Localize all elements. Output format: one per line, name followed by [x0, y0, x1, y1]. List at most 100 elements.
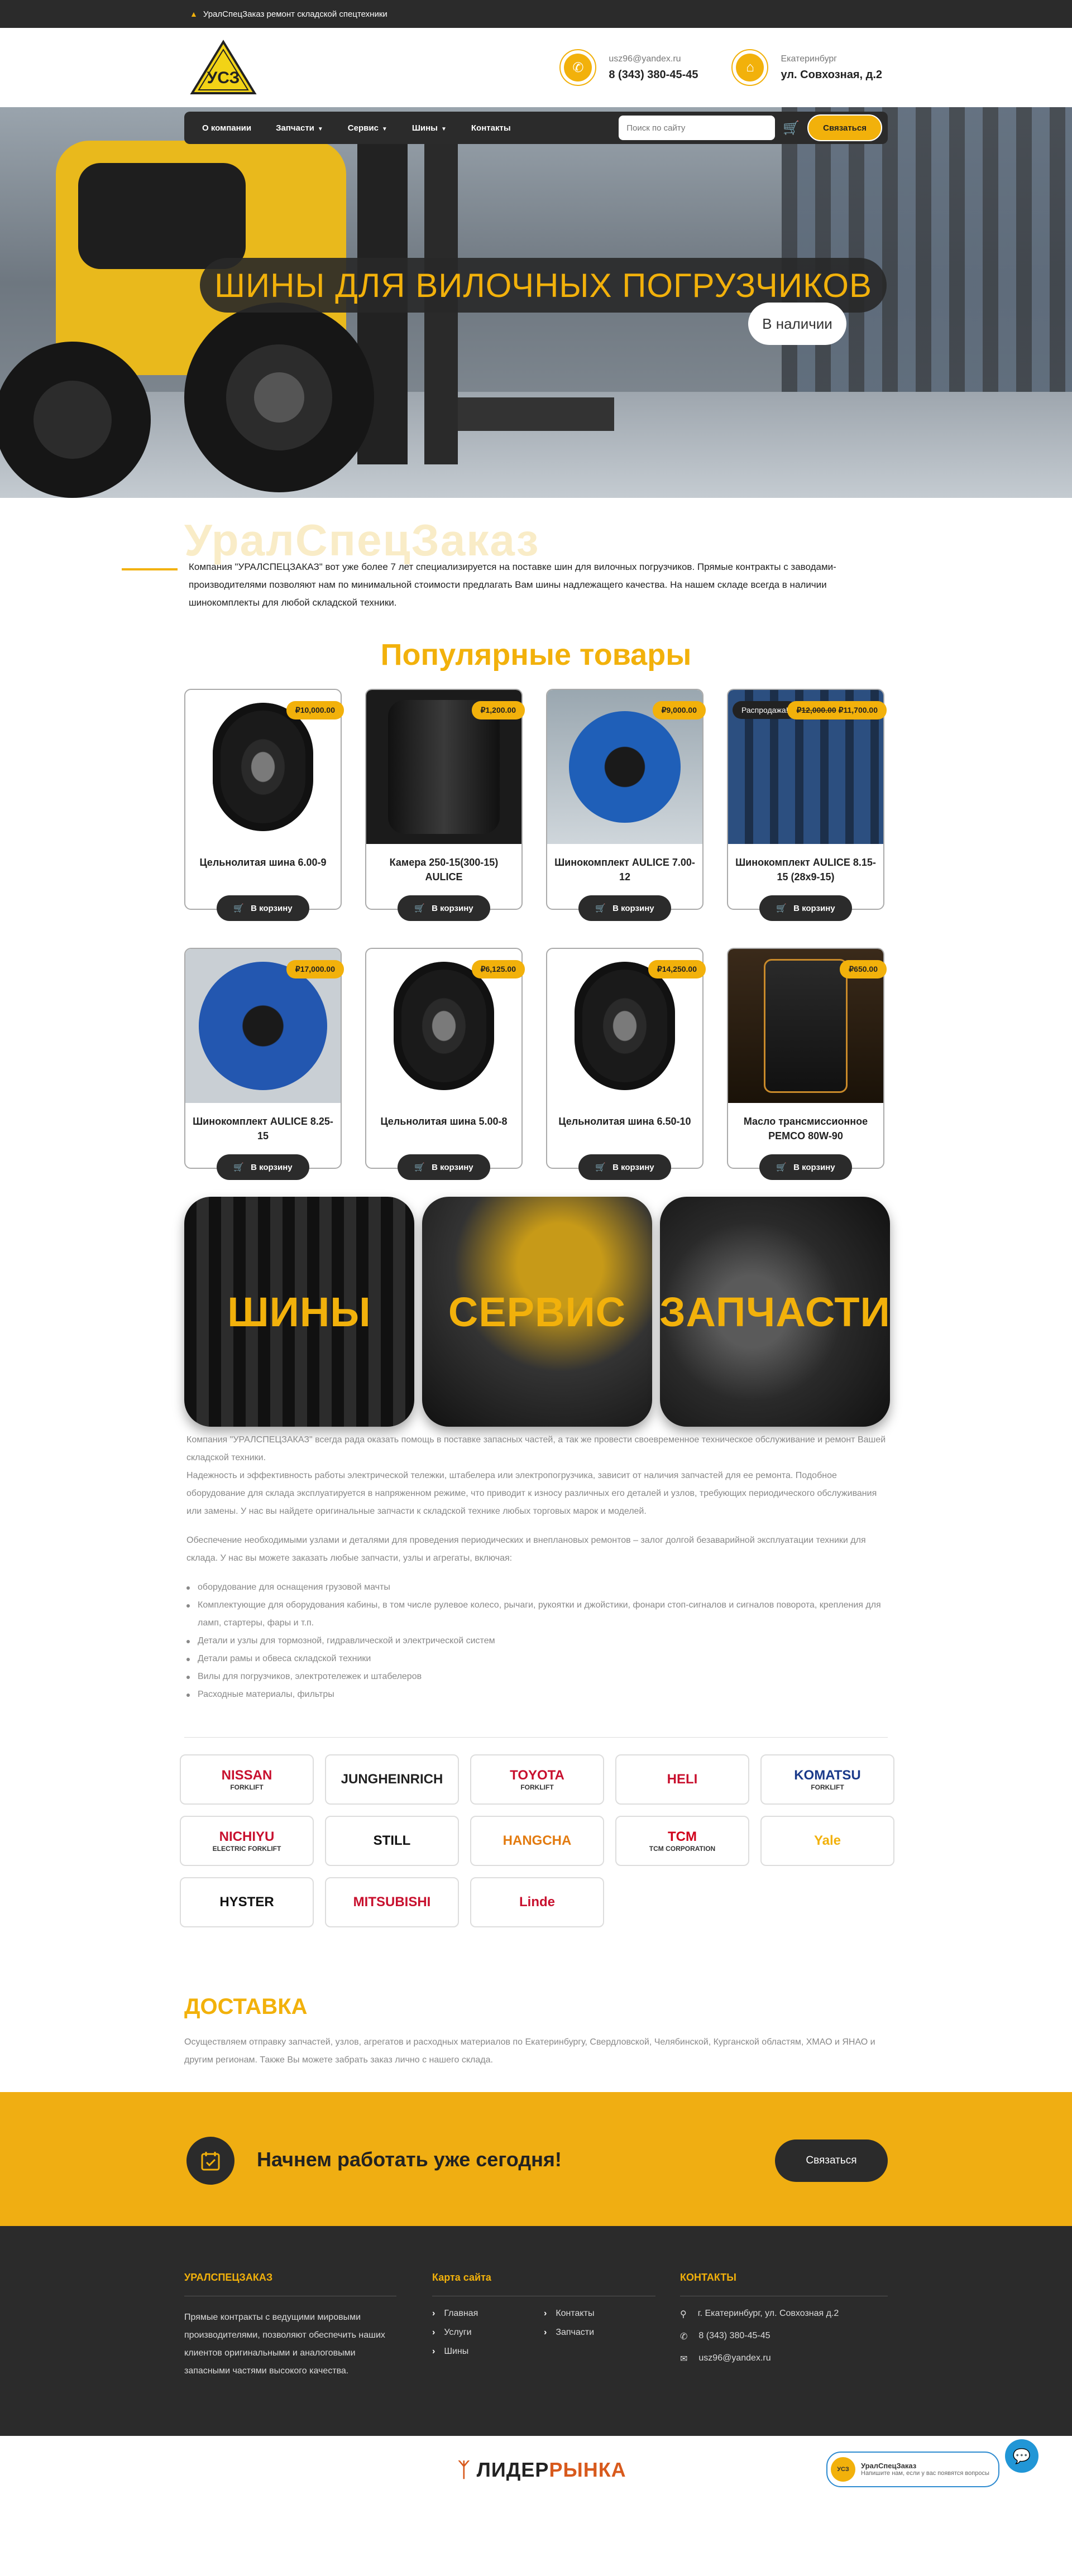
nav-item-parts[interactable]: Запчасти ▼: [264, 123, 336, 133]
product-name[interactable]: Шинокомплект AULICE 7.00-12: [547, 844, 702, 884]
svg-text:УСЗ: УСЗ: [207, 69, 240, 87]
product-card[interactable]: ₽10,000.00 Цельнолитая шина 6.00-9 🛒 В ко…: [184, 689, 344, 921]
list-item: Детали рамы и обвеса складской техники: [186, 1650, 888, 1668]
brand-logo[interactable]: HANGCHA: [470, 1816, 604, 1866]
add-to-cart-button[interactable]: 🛒 В корзину: [398, 1154, 490, 1180]
product-card[interactable]: ₽650.00 Масло трансмиссионное PEMCO 80W-…: [727, 948, 887, 1180]
brand-logo[interactable]: HYSTER: [180, 1877, 314, 1927]
footer-sitemap-title: Карта сайта: [432, 2272, 491, 2283]
cart-icon[interactable]: 🛒: [783, 120, 800, 136]
list-item: Комплектующие для оборудования кабины, в…: [186, 1596, 888, 1632]
product-name[interactable]: Шинокомплект AULICE 8.25-15: [185, 1103, 341, 1143]
hero-banner: О компании Запчасти ▼ Сервис ▼ Шины ▼ Конта…: [0, 107, 1072, 498]
add-to-cart-button[interactable]: 🛒 В корзину: [217, 1154, 309, 1180]
product-name[interactable]: Цельнолитая шина 5.00-8: [366, 1103, 521, 1129]
brand-name: Yale: [813, 1833, 841, 1848]
cta-title: Начнем работать уже сегодня!: [257, 2148, 562, 2171]
info-paragraph-3: Обеспечение необходимыми узлами и деталя…: [186, 1536, 866, 1563]
nav-item-contacts[interactable]: Контакты: [459, 123, 523, 133]
chevron-down-icon: ▼: [441, 126, 447, 132]
contact-button[interactable]: Связаться: [807, 114, 882, 141]
brand-logo[interactable]: JUNGHEINRICH: [325, 1754, 459, 1805]
partner-logo[interactable]: ᛉ ЛИДЕРРЫНКА: [458, 2458, 626, 2482]
brand-logos: NISSAN FORKLIFT JUNGHEINRICH TOYOTA FORKLIFT…: [0, 1738, 1072, 1994]
nav-item-service[interactable]: Сервис ▼: [336, 123, 400, 133]
product-name[interactable]: Шинокомплект AULICE 8.15-15 (28x9-15): [728, 844, 883, 884]
add-to-cart-button[interactable]: 🛒 В корзину: [759, 895, 852, 921]
list-item: Расходные материалы, фильтры: [186, 1686, 888, 1704]
nav-item-about[interactable]: О компании: [190, 123, 264, 133]
product-card[interactable]: ₽14,250.00 Цельнолитая шина 6.50-10 🛒 В к…: [546, 948, 706, 1180]
brand-logo[interactable]: MITSUBISHI: [325, 1877, 459, 1927]
header-email[interactable]: usz96@yandex.ru: [609, 54, 698, 64]
footer-link-parts[interactable]: Запчасти: [544, 2328, 655, 2338]
category-service[interactable]: СЕРВИС: [422, 1197, 652, 1427]
brand-logo[interactable]: KOMATSU FORKLIFT: [760, 1754, 894, 1805]
brand-subtitle: FORKLIFT: [520, 1783, 554, 1791]
brand-logo[interactable]: Yale: [760, 1816, 894, 1866]
bottom-strip: ᛉ ЛИДЕРРЫНКА УСЗ УралСпецЗаказ Напишите …: [0, 2436, 1072, 2503]
info-text: Компания "УРАЛСПЕЦЗАКАЗ" всегда рада ока…: [184, 1431, 888, 1704]
brand-logo[interactable]: NISSAN FORKLIFT: [180, 1754, 314, 1805]
footer-contacts-title: КОНТАКТЫ: [680, 2272, 736, 2283]
price-badge: ₽17,000.00: [286, 960, 344, 978]
old-price: ₽12,000.00: [796, 706, 836, 714]
info-paragraph-1: Компания "УРАЛСПЕЦЗАКАЗ" всегда рада ока…: [186, 1435, 886, 1462]
footer-contacts: КОНТАКТЫ ⚲ г. Екатеринбург, ул. Совхозная…: [680, 2272, 888, 2376]
logo-mark-icon: ▲: [190, 9, 198, 18]
hero-badge-button[interactable]: В наличии: [748, 303, 846, 345]
product-name[interactable]: Камера 250-15(300-15) AULICE: [366, 844, 521, 884]
brand-logo[interactable]: NICHIYU ELECTRIC FORKLIFT: [180, 1816, 314, 1866]
chat-widget-bubble[interactable]: УСЗ УралСпецЗаказ Напишите нам, если у в…: [826, 2452, 999, 2487]
add-to-cart-button[interactable]: 🛒 В корзину: [759, 1154, 852, 1180]
brand-name: HYSTER: [219, 1894, 274, 1910]
brand-subtitle: FORKLIFT: [811, 1783, 844, 1791]
site-logo[interactable]: УСЗ: [190, 40, 257, 95]
add-to-cart-button[interactable]: 🛒 В корзину: [578, 895, 671, 921]
product-name[interactable]: Цельнолитая шина 6.50-10: [547, 1103, 702, 1129]
cart-icon: 🛒: [595, 904, 606, 913]
info-paragraph-2: Надежность и эффективность работы электр…: [186, 1471, 877, 1516]
cart-icon: 🛒: [414, 904, 425, 913]
product-card[interactable]: ₽6,125.00 Цельнолитая шина 5.00-8 🛒 В кор…: [365, 948, 525, 1180]
phone-icon: ✆: [680, 2332, 688, 2342]
product-name[interactable]: Масло трансмиссионное PEMCO 80W-90: [728, 1103, 883, 1143]
brand-logo[interactable]: STILL: [325, 1816, 459, 1866]
footer-about: УРАЛСПЕЦЗАКАЗ Прямые контракты с ведущим…: [184, 2272, 402, 2380]
brand-name: NISSAN: [221, 1768, 272, 1783]
add-to-cart-button[interactable]: 🛒 В корзину: [217, 895, 309, 921]
header-phone-block[interactable]: ✆ usz96@yandex.ru 8 (343) 380-45-45: [559, 49, 698, 86]
cta-contact-button[interactable]: Связаться: [775, 2140, 888, 2182]
cart-icon: 🛒: [776, 1163, 787, 1172]
phone-icon: ✆: [559, 49, 597, 86]
footer-link-home[interactable]: Главная: [432, 2309, 544, 2319]
search-input[interactable]: [619, 116, 776, 140]
product-card[interactable]: Распродажа! ₽12,000.00 ₽11,700.00 Шиноко…: [727, 689, 887, 921]
category-tires[interactable]: ШИНЫ: [184, 1197, 414, 1427]
brand-logo[interactable]: TCM TCM CORPORATION: [615, 1816, 749, 1866]
product-card[interactable]: ₽1,200.00 Камера 250-15(300-15) AULICE 🛒…: [365, 689, 525, 921]
footer-phone[interactable]: 8 (343) 380-45-45: [698, 2331, 770, 2342]
chat-open-button[interactable]: 💬: [1005, 2439, 1038, 2473]
product-card[interactable]: ₽9,000.00 Шинокомплект AULICE 7.00-12 🛒 В…: [546, 689, 706, 921]
add-to-cart-button[interactable]: 🛒 В корзину: [398, 895, 490, 921]
top-bar: ▲ УралСпецЗаказ ремонт складской спецтех…: [0, 0, 1072, 28]
brand-subtitle: TCM CORPORATION: [649, 1845, 716, 1853]
product-name[interactable]: Цельнолитая шина 6.00-9: [185, 844, 341, 870]
brand-logo[interactable]: HELI: [615, 1754, 749, 1805]
footer-link-services[interactable]: Услуги: [432, 2328, 544, 2338]
product-card[interactable]: ₽17,000.00 Шинокомплект AULICE 8.25-15 🛒…: [184, 948, 344, 1180]
nav-item-tires[interactable]: Шины ▼: [400, 123, 459, 133]
delivery-section: ДОСТАВКА Осуществляем отправку запчастей…: [0, 1994, 1072, 2092]
header-phone[interactable]: 8 (343) 380-45-45: [609, 69, 698, 81]
brand-logo[interactable]: Linde: [470, 1877, 604, 1927]
footer-link-tires[interactable]: Шины: [432, 2347, 544, 2357]
footer-link-contacts[interactable]: Контакты: [544, 2309, 655, 2319]
location-pin-icon: ⚲: [680, 2310, 687, 2319]
price-badge: ₽6,125.00: [471, 960, 525, 978]
brand-logo[interactable]: TOYOTA FORKLIFT: [470, 1754, 604, 1805]
footer-email[interactable]: usz96@yandex.ru: [698, 2353, 770, 2364]
products-grid: ₽10,000.00 Цельнолитая шина 6.00-9 🛒 В ко…: [0, 672, 1072, 1197]
category-parts[interactable]: ЗАПЧАСТИ: [660, 1197, 890, 1427]
add-to-cart-button[interactable]: 🛒 В корзину: [578, 1154, 671, 1180]
